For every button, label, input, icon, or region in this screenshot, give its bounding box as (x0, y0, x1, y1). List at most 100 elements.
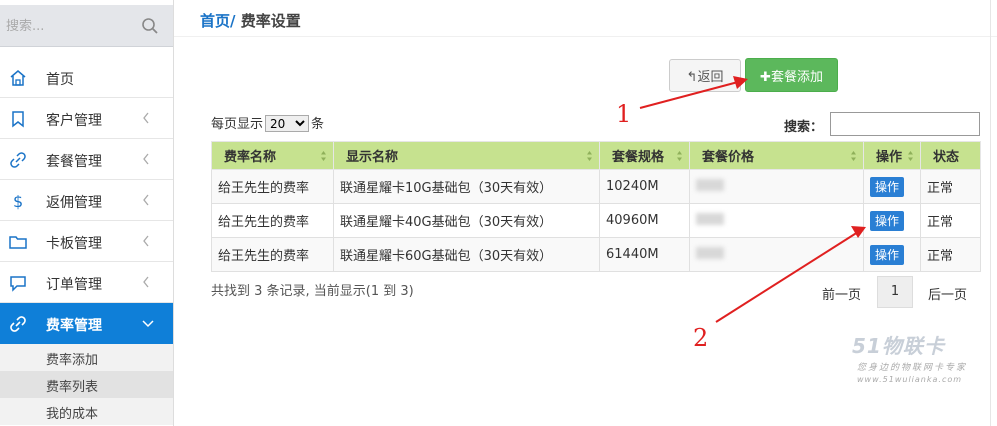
table-search-input[interactable] (830, 112, 980, 136)
sidebar-subitem-label: 费率添加 (46, 353, 99, 368)
sort-icon (851, 151, 856, 161)
header-divider (174, 36, 997, 37)
sidebar-item-label: 卡板管理 (46, 236, 102, 252)
page-size-control: 每页显示 20 条 (211, 113, 324, 132)
redacted-price (696, 212, 724, 225)
sidebar-item-label: 客户管理 (46, 113, 102, 129)
chevron-left-icon (143, 235, 149, 247)
redacted-price (696, 178, 724, 191)
cell-action: 操作 (863, 237, 921, 272)
sort-icon (677, 151, 682, 161)
chevron-down-icon (142, 320, 154, 328)
column-header-action[interactable]: 操作 (863, 141, 921, 170)
home-icon (10, 70, 26, 86)
cell-spec: 61440M (599, 237, 690, 272)
table-header-row: 费率名称 显示名称 套餐规格 套餐价格 操作 状态 (211, 141, 981, 170)
pagination-page-1[interactable]: 1 (877, 276, 913, 308)
cell-price (689, 237, 864, 272)
back-button-label: 返回 (697, 70, 724, 85)
cell-display-name: 联通星耀卡60G基础包（30天有效） (333, 237, 600, 272)
cell-status: 正常 (920, 237, 981, 272)
annotation-number-1: 1 (616, 100, 632, 128)
page-size-prefix: 每页显示 (211, 117, 264, 132)
sidebar-item-home[interactable]: 首页 (0, 57, 173, 98)
sidebar-subitem-rate-add[interactable]: 费率添加 (0, 344, 173, 371)
comment-icon (10, 276, 26, 292)
breadcrumb-current: 费率设置 (240, 12, 301, 30)
page-size-suffix: 条 (311, 117, 325, 132)
column-header-spec[interactable]: 套餐规格 (599, 141, 690, 170)
sidebar-item-cardboard[interactable]: 卡板管理 (0, 221, 173, 262)
cell-status: 正常 (920, 203, 981, 238)
row-action-button[interactable]: 操作 (870, 244, 904, 265)
sidebar-item-label: 首页 (46, 72, 74, 88)
sidebar-item-label: 订单管理 (46, 277, 102, 293)
rate-table: 费率名称 显示名称 套餐规格 套餐价格 操作 状态 给王先生的费率 联通星耀卡1… (211, 141, 981, 272)
cell-display-name: 联通星耀卡40G基础包（30天有效） (333, 203, 600, 238)
chevron-left-icon (143, 276, 149, 288)
plus-icon: ✚ (760, 69, 771, 85)
page-size-select[interactable]: 20 (265, 115, 310, 132)
dollar-icon: $ (13, 192, 23, 210)
cell-rate-name: 给王先生的费率 (211, 169, 334, 204)
cell-display-name: 联通星耀卡10G基础包（30天有效） (333, 169, 600, 204)
watermark-url: www.51wulianka.com (857, 375, 963, 384)
column-header-label: 显示名称 (346, 150, 399, 165)
folder-icon (9, 236, 27, 249)
sidebar-subitem-label: 我的成本 (46, 407, 99, 422)
reply-icon: ↰ (686, 70, 698, 85)
column-header-price[interactable]: 套餐价格 (689, 141, 864, 170)
back-button[interactable]: ↰返回 (669, 59, 741, 92)
sidebar-item-commission[interactable]: $ 返佣管理 (0, 180, 173, 221)
pagination-next[interactable]: 后一页 (928, 284, 967, 303)
sidebar-search-input[interactable] (6, 13, 146, 39)
cell-rate-name: 给王先生的费率 (211, 237, 334, 272)
sidebar-subitem-my-cost[interactable]: 我的成本 (0, 398, 173, 425)
cell-action: 操作 (863, 203, 921, 238)
sidebar-item-label: 套餐管理 (46, 154, 102, 170)
column-header-label: 操作 (876, 150, 903, 165)
sort-icon (908, 151, 913, 161)
bookmark-icon (12, 111, 24, 128)
column-header-label: 套餐价格 (702, 150, 755, 165)
table-row: 给王先生的费率 联通星耀卡40G基础包（30天有效） 40960M 操作 正常 (211, 203, 981, 238)
table-row: 给王先生的费率 联通星耀卡10G基础包（30天有效） 10240M 操作 正常 (211, 169, 981, 204)
cell-action: 操作 (863, 169, 921, 204)
cell-spec: 40960M (599, 203, 690, 238)
cell-status: 正常 (920, 169, 981, 204)
sidebar-item-label: 返佣管理 (46, 195, 102, 211)
sidebar-item-packages[interactable]: 套餐管理 (0, 139, 173, 180)
sidebar-subitem-label: 费率列表 (46, 380, 99, 395)
breadcrumb-separator: / (230, 12, 236, 30)
chevron-left-icon (143, 153, 149, 165)
cell-rate-name: 给王先生的费率 (211, 203, 334, 238)
sort-icon (587, 151, 592, 161)
breadcrumb: 首页/ 费率设置 (200, 10, 301, 31)
row-action-button[interactable]: 操作 (870, 176, 904, 197)
column-header-display-name[interactable]: 显示名称 (333, 141, 600, 170)
column-header-label: 套餐规格 (612, 150, 665, 165)
table-search-label: 搜索： (784, 120, 824, 135)
breadcrumb-home-link[interactable]: 首页 (200, 12, 230, 30)
row-action-button[interactable]: 操作 (870, 210, 904, 231)
add-package-button[interactable]: ✚套餐添加 (745, 58, 838, 92)
search-icon[interactable] (141, 17, 159, 35)
sidebar: 首页 客户管理 套餐管理 $ 返佣管理 卡板管理 订单管理 (0, 0, 174, 426)
sidebar-item-customers[interactable]: 客户管理 (0, 98, 173, 139)
sidebar-item-rates[interactable]: 费率管理 (0, 303, 173, 344)
column-header-rate-name[interactable]: 费率名称 (211, 141, 334, 170)
sort-icon (321, 151, 326, 161)
sidebar-item-label: 费率管理 (46, 318, 102, 334)
cell-spec: 10240M (599, 169, 690, 204)
column-header-status[interactable]: 状态 (920, 141, 981, 170)
page-right-border (990, 0, 991, 426)
cell-price (689, 169, 864, 204)
pagination-prev[interactable]: 前一页 (822, 284, 861, 303)
cell-price (689, 203, 864, 238)
chevron-left-icon (143, 194, 149, 206)
redacted-price (696, 246, 724, 259)
column-header-label: 状态 (933, 150, 960, 165)
sidebar-subitem-rate-list[interactable]: 费率列表 (0, 371, 173, 398)
table-row: 给王先生的费率 联通星耀卡60G基础包（30天有效） 61440M 操作 正常 (211, 237, 981, 272)
sidebar-item-orders[interactable]: 订单管理 (0, 262, 173, 303)
